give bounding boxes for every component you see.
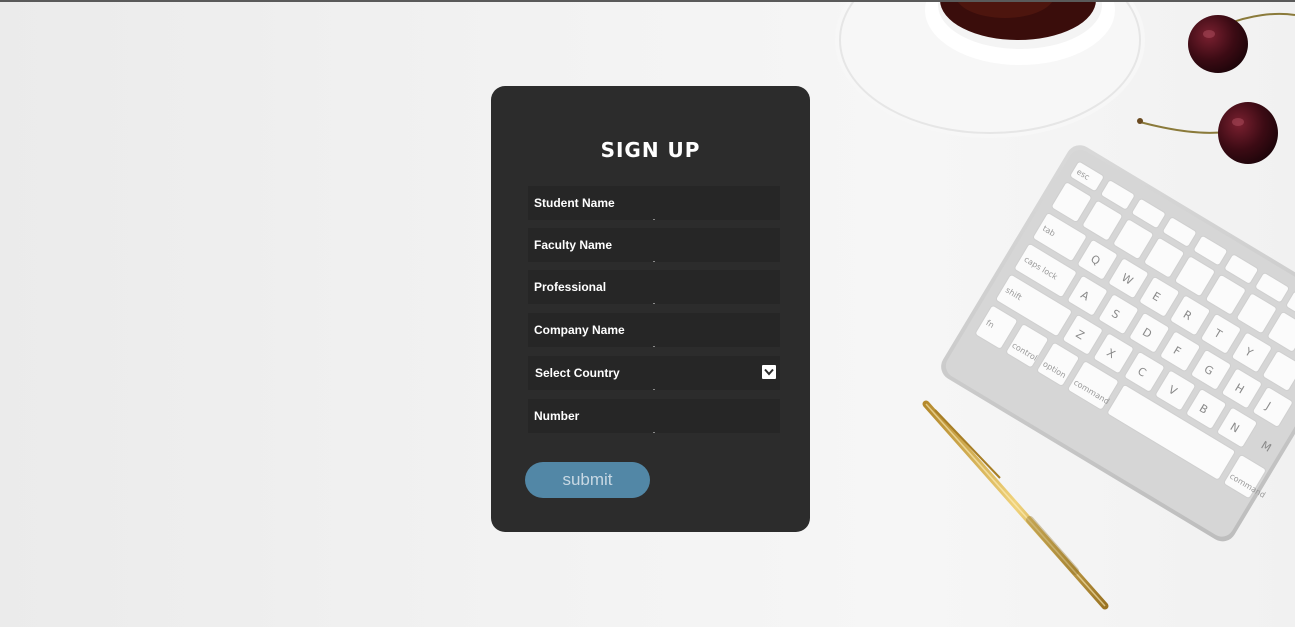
company-name-input[interactable] — [528, 313, 780, 347]
top-border — [0, 0, 1295, 2]
field-tick — [653, 432, 655, 433]
country-select-value: Select Country — [535, 366, 620, 380]
country-select[interactable]: Select Country — [528, 356, 780, 390]
professional-field — [528, 270, 780, 304]
signup-title: SIGN UP — [600, 138, 701, 162]
cherries-image — [1137, 12, 1295, 164]
chevron-down-icon[interactable] — [762, 365, 776, 379]
field-tick — [653, 346, 655, 347]
keyboard-image: esc tab caps lock shift fn control optio… — [941, 145, 1295, 542]
student-name-field — [528, 186, 780, 220]
number-field — [528, 399, 780, 433]
number-input[interactable] — [528, 399, 780, 433]
submit-button[interactable]: submit — [525, 462, 650, 498]
faculty-name-field — [528, 228, 780, 262]
student-name-input[interactable] — [528, 186, 780, 220]
field-tick — [653, 389, 655, 390]
company-name-field — [528, 313, 780, 347]
field-tick — [653, 219, 655, 220]
field-tick — [653, 303, 655, 304]
coffee-cup-image — [835, 0, 1145, 138]
field-tick — [653, 261, 655, 262]
professional-input[interactable] — [528, 270, 780, 304]
faculty-name-input[interactable] — [528, 228, 780, 262]
